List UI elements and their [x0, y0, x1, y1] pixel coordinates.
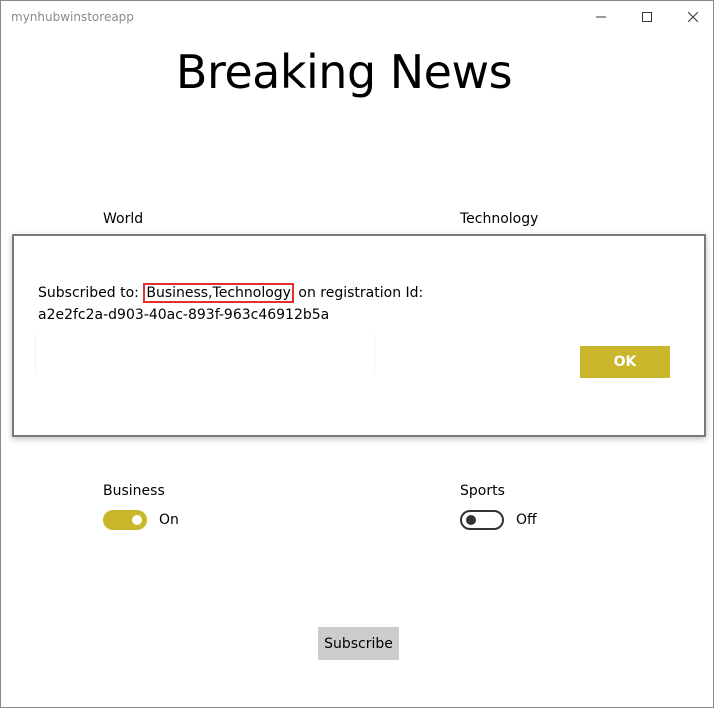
title-bar[interactable]: mynhubwinstoreapp	[1, 1, 713, 33]
sports-toggle-row: Off	[460, 509, 537, 531]
page-title: Breaking News	[175, 45, 513, 99]
technology-label: Technology	[460, 211, 539, 227]
close-icon	[688, 12, 698, 22]
minimize-icon	[596, 16, 606, 18]
sports-toggle[interactable]	[460, 510, 504, 530]
message-dialog: Subscribed to: Business,Technology on re…	[12, 234, 706, 437]
business-toggle-state: On	[159, 512, 179, 528]
dialog-prefix: Subscribed to:	[38, 285, 144, 301]
minimize-button[interactable]	[578, 1, 624, 33]
sports-toggle-state: Off	[516, 512, 537, 528]
world-label: World	[103, 211, 144, 227]
subscribed-categories: Business,Technology	[143, 283, 294, 303]
close-button[interactable]	[670, 1, 713, 33]
registration-id: a2e2fc2a-d903-40ac-893f-963c46912b5a	[38, 307, 330, 323]
dialog-faint-area	[35, 334, 375, 372]
business-label: Business	[103, 483, 165, 499]
business-toggle[interactable]	[103, 510, 147, 530]
ok-button[interactable]: OK	[580, 346, 670, 378]
maximize-button[interactable]	[624, 1, 670, 33]
toggle-knob	[466, 515, 476, 525]
app-window: mynhubwinstoreapp Breaking News World Te…	[0, 0, 714, 708]
subscribe-button[interactable]: Subscribe	[318, 627, 399, 660]
toggle-knob	[132, 515, 142, 525]
app-title: mynhubwinstoreapp	[11, 10, 134, 24]
dialog-suffix: on registration Id:	[293, 285, 424, 301]
dialog-message: Subscribed to: Business,Technology on re…	[38, 283, 424, 303]
sports-label: Sports	[460, 483, 505, 499]
business-toggle-row: On	[103, 509, 179, 531]
maximize-icon	[642, 12, 652, 22]
